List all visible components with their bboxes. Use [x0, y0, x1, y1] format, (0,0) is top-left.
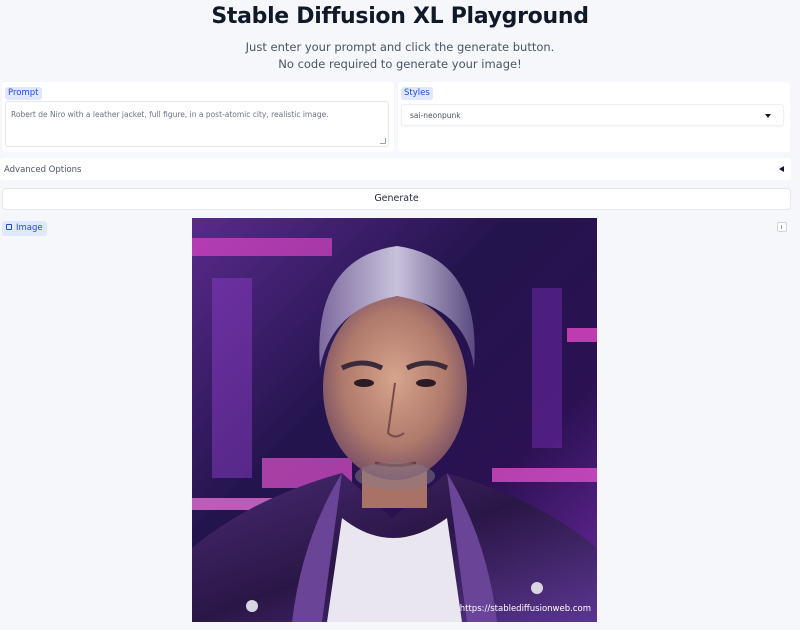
download-icon[interactable]: [777, 222, 787, 232]
portrait-illustration: [192, 218, 597, 622]
image-label: Image: [2, 221, 47, 236]
prompt-text: Robert de Niro with a leather jacket, fu…: [11, 110, 329, 119]
prompt-textarea[interactable]: Robert de Niro with a leather jacket, fu…: [5, 101, 389, 147]
image-label-text: Image: [16, 223, 43, 233]
styles-selected-value: sai-neonpunk: [410, 111, 461, 120]
advanced-options-accordion[interactable]: [0, 158, 791, 180]
advanced-options-label[interactable]: Advanced Options: [4, 165, 81, 175]
styles-dropdown[interactable]: sai-neonpunk: [401, 104, 784, 126]
styles-label: Styles: [401, 87, 433, 100]
subtitle-line-1: Just enter your prompt and click the gen…: [245, 40, 555, 54]
image-watermark: https://stablediffusionweb.com: [459, 604, 591, 614]
chevron-down-icon: [765, 114, 771, 118]
subtitle-line-2: No code required to generate your image!: [278, 57, 522, 71]
page-title: Stable Diffusion XL Playground: [211, 4, 589, 29]
image-icon: [6, 224, 12, 230]
generate-button[interactable]: Generate: [2, 188, 791, 210]
generated-image: https://stablediffusionweb.com: [192, 218, 597, 622]
chevron-left-icon[interactable]: [779, 166, 784, 172]
resize-handle-icon[interactable]: [380, 138, 386, 144]
prompt-label: Prompt: [5, 87, 42, 100]
page-subtitle: Just enter your prompt and click the gen…: [0, 39, 800, 73]
